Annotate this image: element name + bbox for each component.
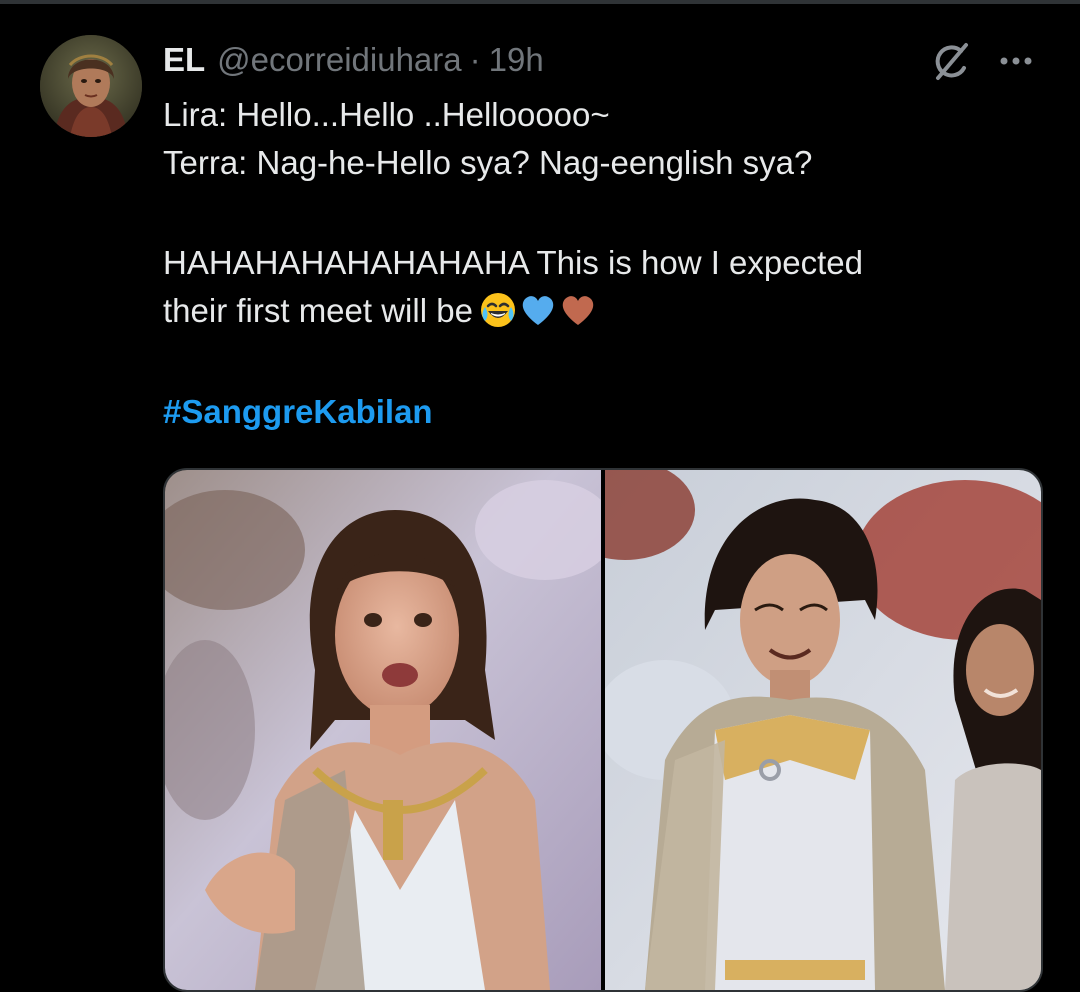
blue-heart-icon: [522, 296, 554, 325]
tweet-line-2: Terra: Nag-he-Hello sya? Nag-eenglish sy…: [163, 144, 813, 181]
tweet-header: EL @ecorreidiuhara · 19h: [163, 38, 544, 82]
hashtag-link[interactable]: #SanggreKabilan: [163, 388, 433, 436]
top-divider: [0, 0, 1080, 4]
avatar[interactable]: [40, 35, 142, 137]
media-grid: [163, 468, 1043, 992]
photo-left-image: [165, 470, 601, 990]
separator-dot: ·: [469, 41, 481, 78]
avatar-image: [40, 35, 142, 137]
tweet-line-4: their first meet will be: [163, 292, 473, 329]
tweet-line-4-wrap: their first meet will be: [163, 287, 1043, 335]
user-handle[interactable]: @ecorreidiuhara: [217, 38, 461, 82]
tweet-line-3: HAHAHAHAHAHAHAHA This is how I expected: [163, 244, 863, 281]
photo-right[interactable]: [605, 470, 1041, 990]
more-options-icon[interactable]: [995, 46, 1037, 76]
brown-heart-icon: [562, 296, 594, 325]
timestamp[interactable]: 19h: [489, 38, 544, 82]
photo-left[interactable]: [165, 470, 601, 990]
tweet-text: Lira: Hello...Hello ..Hellooooo~ Terra: …: [163, 91, 1043, 335]
photo-right-image: [605, 470, 1041, 990]
tweet-line-1: Lira: Hello...Hello ..Hellooooo~: [163, 96, 610, 133]
face-with-tears-of-joy-icon: [480, 293, 515, 327]
display-name[interactable]: EL: [163, 38, 205, 82]
grok-icon[interactable]: [928, 40, 972, 84]
